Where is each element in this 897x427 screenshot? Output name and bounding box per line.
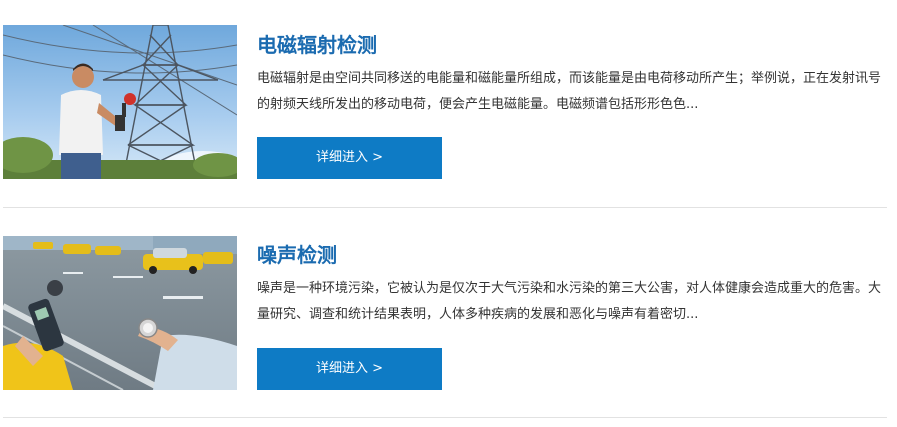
noise-testing-image[interactable] — [3, 236, 237, 390]
item-description: 电磁辐射是由空间共同移送的电能量和磁能量所组成，而该能量是由电荷移动所产生；举例… — [257, 71, 882, 112]
divider — [3, 207, 887, 208]
item-description: 噪声是一种环境污染，它被认为是仅次于大气污染和水污染的第三大公害，对人体健康会造… — [257, 281, 882, 322]
item-title[interactable]: 噪声检测 — [257, 242, 337, 268]
details-button[interactable]: 详细进入 > — [257, 348, 442, 390]
item-title[interactable]: 电磁辐射检测 — [257, 32, 377, 58]
divider — [3, 417, 887, 418]
details-button[interactable]: 详细进入 > — [257, 137, 442, 179]
emr-testing-image[interactable] — [3, 25, 237, 179]
list-item: 噪声检测 噪声是一种环境污染，它被认为是仅次于大气污染和水污染的第三大公害，对人… — [0, 210, 897, 420]
list-item: 电磁辐射检测 电磁辐射是由空间共同移送的电能量和磁能量所组成，而该能量是由电荷移… — [0, 0, 897, 210]
service-list: 电磁辐射检测 电磁辐射是由空间共同移送的电能量和磁能量所组成，而该能量是由电荷移… — [0, 0, 897, 427]
